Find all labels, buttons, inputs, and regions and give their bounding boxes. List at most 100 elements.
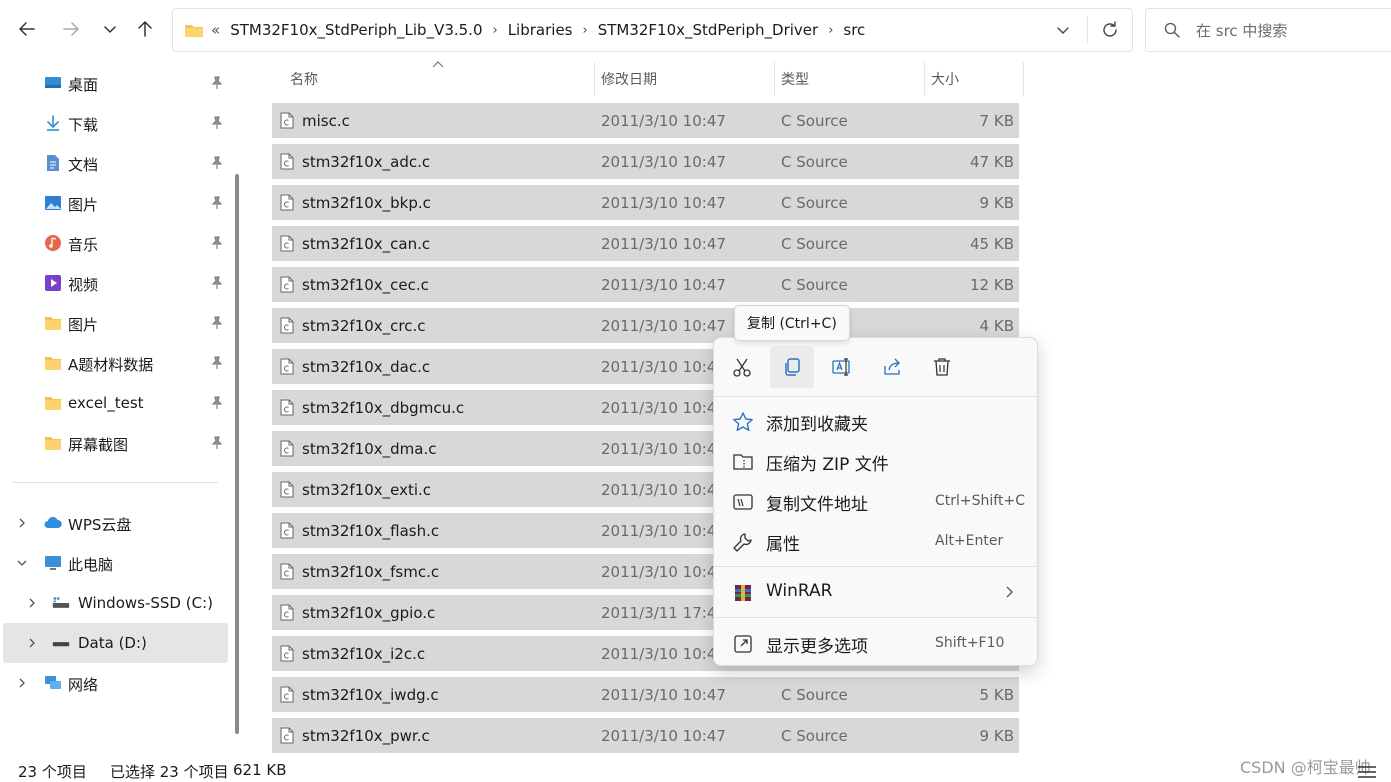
column-separator[interactable] [594, 62, 595, 96]
pin-icon[interactable] [210, 116, 224, 130]
rename-button[interactable] [820, 346, 864, 388]
file-date: 2011/3/10 10:4 [601, 645, 717, 663]
copy-button[interactable] [770, 346, 814, 388]
sidebar-item-a-materials[interactable]: A题材料数据 [0, 343, 228, 383]
sidebar-item-drive-c[interactable]: Windows-SSD (C:) [0, 583, 228, 623]
address-bar[interactable]: « STM32F10x_StdPeriph_Lib_V3.5.0 › Libra… [172, 8, 1133, 52]
sidebar-scrollbar[interactable] [235, 174, 239, 734]
menu-item-shortcut: Shift+F10 [935, 635, 1005, 651]
breadcrumb-item[interactable]: src [843, 21, 865, 39]
menu-item-more-options[interactable]: 显示更多选项 Shift+F10 [714, 623, 1037, 663]
sidebar-item-pictures[interactable]: 图片 [0, 183, 228, 223]
pin-icon[interactable] [210, 196, 224, 210]
pin-icon[interactable] [210, 236, 224, 250]
pin-icon[interactable] [210, 396, 224, 410]
breadcrumb-separator[interactable]: › [493, 23, 498, 38]
sidebar-item-this-pc[interactable]: 此电脑 [0, 543, 228, 583]
menu-item-compress-zip[interactable]: 压缩为 ZIP 文件 [714, 441, 1037, 481]
cloud-icon [44, 516, 62, 528]
pin-icon[interactable] [210, 76, 224, 90]
menu-item-copy-path[interactable]: 复制文件地址 Ctrl+Shift+C [714, 481, 1037, 521]
file-row[interactable]: stm32f10x_cec.c 2011/3/10 10:47 C Source 12… [272, 267, 1019, 302]
column-header-type[interactable]: 类型 [781, 62, 809, 96]
forward-button[interactable] [56, 12, 86, 46]
sidebar-item-documents[interactable]: 文档 [0, 143, 228, 183]
download-icon [47, 115, 59, 131]
sidebar-item-music[interactable]: 音乐 [0, 223, 228, 263]
c-source-file-icon [280, 153, 294, 170]
column-separator[interactable] [924, 62, 925, 96]
address-dropdown-icon[interactable] [1054, 21, 1072, 39]
folder-icon [45, 437, 61, 450]
file-row[interactable]: stm32f10x_can.c 2011/3/10 10:47 C Source 45… [272, 226, 1019, 261]
menu-item-add-favorites[interactable]: 添加到收藏夹 [714, 401, 1037, 441]
c-source-file-icon [280, 235, 294, 252]
folder-icon [185, 25, 203, 37]
back-button[interactable] [12, 12, 42, 46]
sidebar-item-downloads[interactable]: 下载 [0, 103, 228, 143]
share-button[interactable] [870, 346, 914, 388]
breadcrumb-separator[interactable]: › [828, 23, 833, 38]
chevron-down-icon [104, 26, 116, 33]
column-header-name[interactable]: 名称 [290, 62, 318, 96]
up-button[interactable] [130, 12, 160, 46]
sidebar-item-desktop[interactable]: 桌面 [0, 63, 228, 103]
sidebar-item-folder-pictures[interactable]: 图片 [0, 303, 228, 343]
c-source-file-icon [280, 317, 294, 334]
file-row[interactable]: stm32f10x_pwr.c 2011/3/10 10:47 C Source 9 … [272, 718, 1019, 753]
file-row[interactable]: misc.c 2011/3/10 10:47 C Source 7 KB [272, 103, 1019, 138]
menu-item-label: 显示更多选项 [766, 637, 868, 657]
sidebar-item-videos[interactable]: 视频 [0, 263, 228, 303]
menu-separator [714, 396, 1037, 397]
pin-icon[interactable] [210, 156, 224, 170]
pin-icon[interactable] [210, 436, 224, 450]
recent-locations-button[interactable] [95, 12, 125, 46]
chevron-right-icon[interactable] [25, 636, 39, 650]
breadcrumb-separator[interactable]: › [583, 23, 588, 38]
file-date: 2011/3/10 10:47 [601, 235, 726, 253]
star-icon [733, 412, 753, 431]
breadcrumb-item[interactable]: STM32F10x_StdPeriph_Lib_V3.5.0 [230, 21, 482, 39]
chevron-right-icon[interactable] [15, 676, 29, 690]
chevron-right-icon[interactable] [25, 596, 39, 610]
pin-icon[interactable] [210, 276, 224, 290]
chevron-right-icon [1006, 586, 1013, 598]
sidebar-item-drive-d[interactable]: Data (D:) [3, 623, 228, 663]
file-name: stm32f10x_dma.c [302, 440, 437, 458]
column-header-size[interactable]: 大小 [931, 62, 959, 96]
file-name: stm32f10x_adc.c [302, 153, 431, 171]
pin-icon[interactable] [210, 316, 224, 330]
arrow-up-icon [138, 21, 152, 37]
menu-item-properties[interactable]: 属性 Alt+Enter [714, 521, 1037, 561]
file-row[interactable]: stm32f10x_adc.c 2011/3/10 10:47 C Source 47… [272, 144, 1019, 179]
winrar-icon [735, 585, 751, 601]
file-date: 2011/3/10 10:47 [601, 112, 726, 130]
sidebar-item-label: 图片 [68, 196, 99, 214]
column-header-date[interactable]: 修改日期 [601, 62, 657, 96]
file-row[interactable]: stm32f10x_iwdg.c 2011/3/10 10:47 C Source 5… [272, 677, 1019, 712]
search-placeholder: 在 src 中搜索 [1196, 21, 1288, 40]
chevron-down-icon[interactable] [15, 556, 29, 570]
column-separator[interactable] [1023, 62, 1024, 96]
sidebar-item-network[interactable]: 网络 [0, 663, 228, 703]
menu-item-label: WinRAR [766, 581, 833, 601]
column-separator[interactable] [774, 62, 775, 96]
breadcrumb-item[interactable]: Libraries [508, 21, 573, 39]
breadcrumb-overflow[interactable]: « [211, 21, 220, 39]
menu-item-winrar[interactable]: WinRAR [714, 572, 1037, 612]
sidebar-item-label: WPS云盘 [68, 516, 132, 534]
chevron-right-icon[interactable] [15, 516, 29, 530]
sidebar-item-wps-cloud[interactable]: WPS云盘 [0, 503, 228, 543]
cut-button[interactable] [720, 346, 764, 388]
details-view-icon[interactable] [1356, 763, 1378, 781]
sidebar-item-excel-test[interactable]: excel_test [0, 383, 228, 423]
pin-icon[interactable] [210, 356, 224, 370]
search-box[interactable]: 在 src 中搜索 [1145, 8, 1391, 52]
file-row[interactable]: stm32f10x_bkp.c 2011/3/10 10:47 C Source 9 … [272, 185, 1019, 220]
sidebar-item-screenshots[interactable]: 屏幕截图 [0, 423, 228, 463]
delete-button[interactable] [920, 346, 964, 388]
refresh-icon[interactable] [1100, 20, 1120, 40]
breadcrumb-item[interactable]: STM32F10x_StdPeriph_Driver [598, 21, 819, 39]
zip-icon [733, 454, 753, 470]
file-date: 2011/3/10 10:47 [601, 727, 726, 745]
